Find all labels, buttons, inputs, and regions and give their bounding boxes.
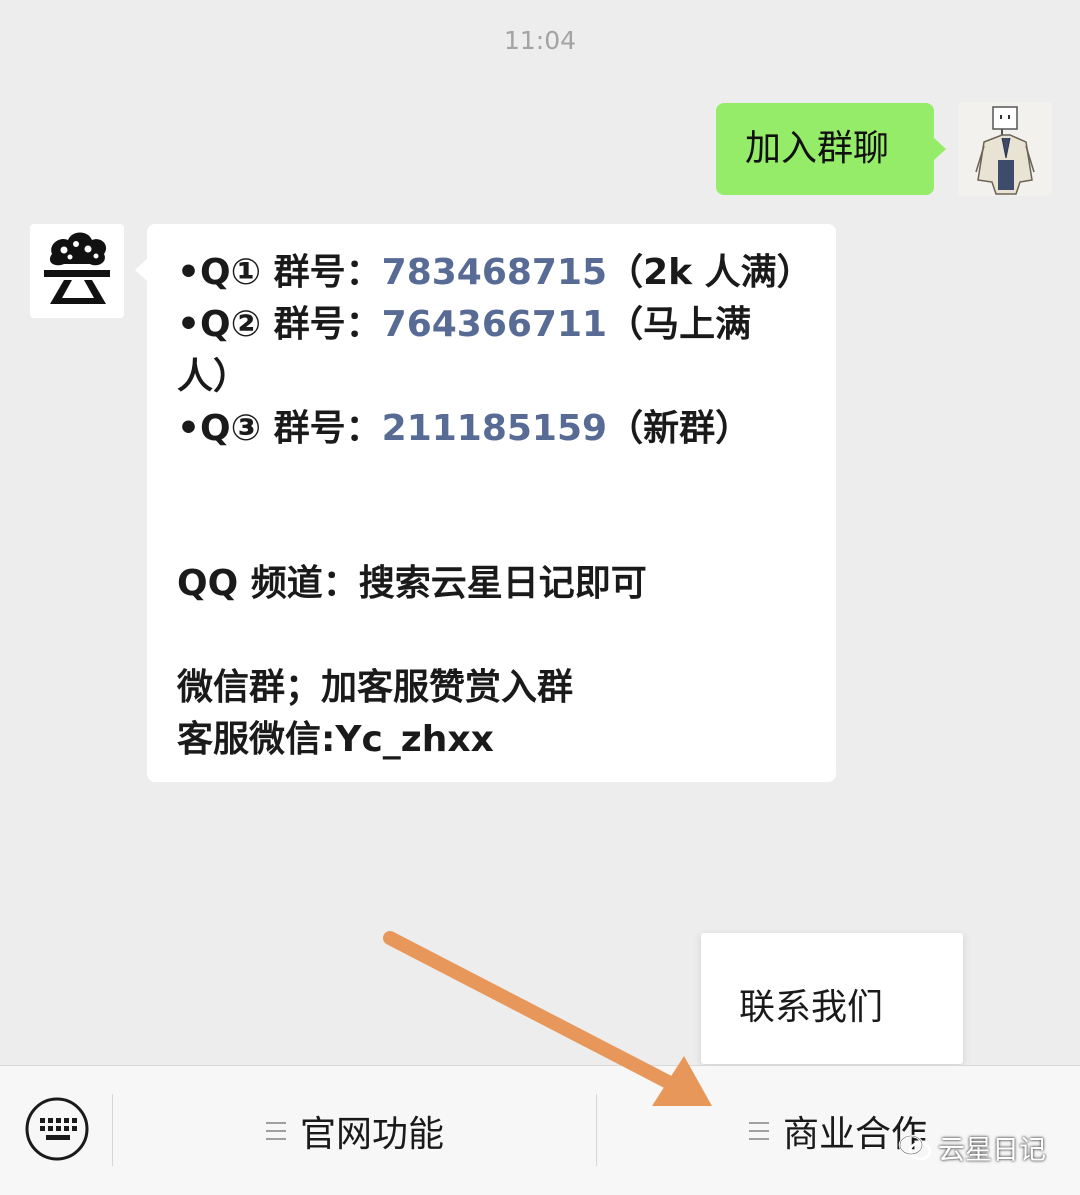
menu-divider	[596, 1094, 597, 1166]
qq-group-3-number[interactable]: 211185159	[382, 408, 607, 449]
chat-screen: 11:04 加入群聊 •Q① 群号：783468715（2k 人满） •Q② 群…	[0, 0, 1080, 1195]
qq-group-3-line: •Q③ 群号：211185159（新群）	[177, 407, 751, 451]
qq-group-3-label: •Q③ 群号：	[177, 408, 382, 449]
qq-group-2-line: •Q② 群号：764366711（马上满	[177, 303, 751, 347]
qq-group-2-status: （马上满	[607, 304, 752, 345]
bot-avatar[interactable]	[30, 224, 124, 318]
user-avatar-illustration-icon	[958, 102, 1052, 196]
menu-official-site-functions[interactable]: 官网功能	[266, 1106, 444, 1156]
qq-group-1-label: •Q① 群号：	[177, 252, 382, 293]
qq-group-1-number[interactable]: 783468715	[382, 252, 607, 293]
cloud-logo-icon	[30, 224, 124, 318]
service-wechat-line: 客服微信:Yc_zhxx	[177, 719, 494, 760]
qq-group-2-number[interactable]: 764366711	[382, 304, 607, 345]
qq-channel-line: QQ 频道：搜索云星日记即可	[177, 563, 647, 604]
qq-group-2-label: •Q② 群号：	[177, 304, 382, 345]
menu-1-label: 官网功能	[300, 1114, 445, 1155]
message-timestamp: 11:04	[503, 26, 577, 55]
watermark-text: 云星日记	[938, 1135, 1046, 1166]
submenu-lines-icon	[749, 1122, 769, 1140]
submenu-popup: 联系我们	[701, 933, 963, 1064]
watermark: 云星日记	[898, 1128, 1046, 1167]
qq-group-2-status-cont: 人）	[177, 356, 250, 397]
keyboard-icon	[25, 1097, 89, 1161]
wechat-group-line: 微信群；加客服赞赏入群	[177, 667, 574, 708]
qq-group-3-status: （新群）	[607, 408, 752, 449]
menu-divider	[112, 1094, 113, 1166]
wechat-official-account-icon	[898, 1134, 932, 1160]
qq-group-1-line: •Q① 群号：783468715（2k 人满）	[177, 251, 813, 295]
submenu-item-contact-us[interactable]: 联系我们	[739, 978, 883, 1030]
incoming-message-bubble[interactable]: •Q① 群号：783468715（2k 人满） •Q② 群号：764366711…	[135, 224, 836, 782]
keyboard-toggle-button[interactable]	[24, 1096, 90, 1162]
outgoing-message-bubble[interactable]: 加入群聊	[716, 103, 946, 195]
user-avatar[interactable]	[958, 102, 1052, 196]
submenu-lines-icon	[266, 1122, 286, 1140]
qq-group-1-status: （2k 人满）	[607, 252, 813, 293]
